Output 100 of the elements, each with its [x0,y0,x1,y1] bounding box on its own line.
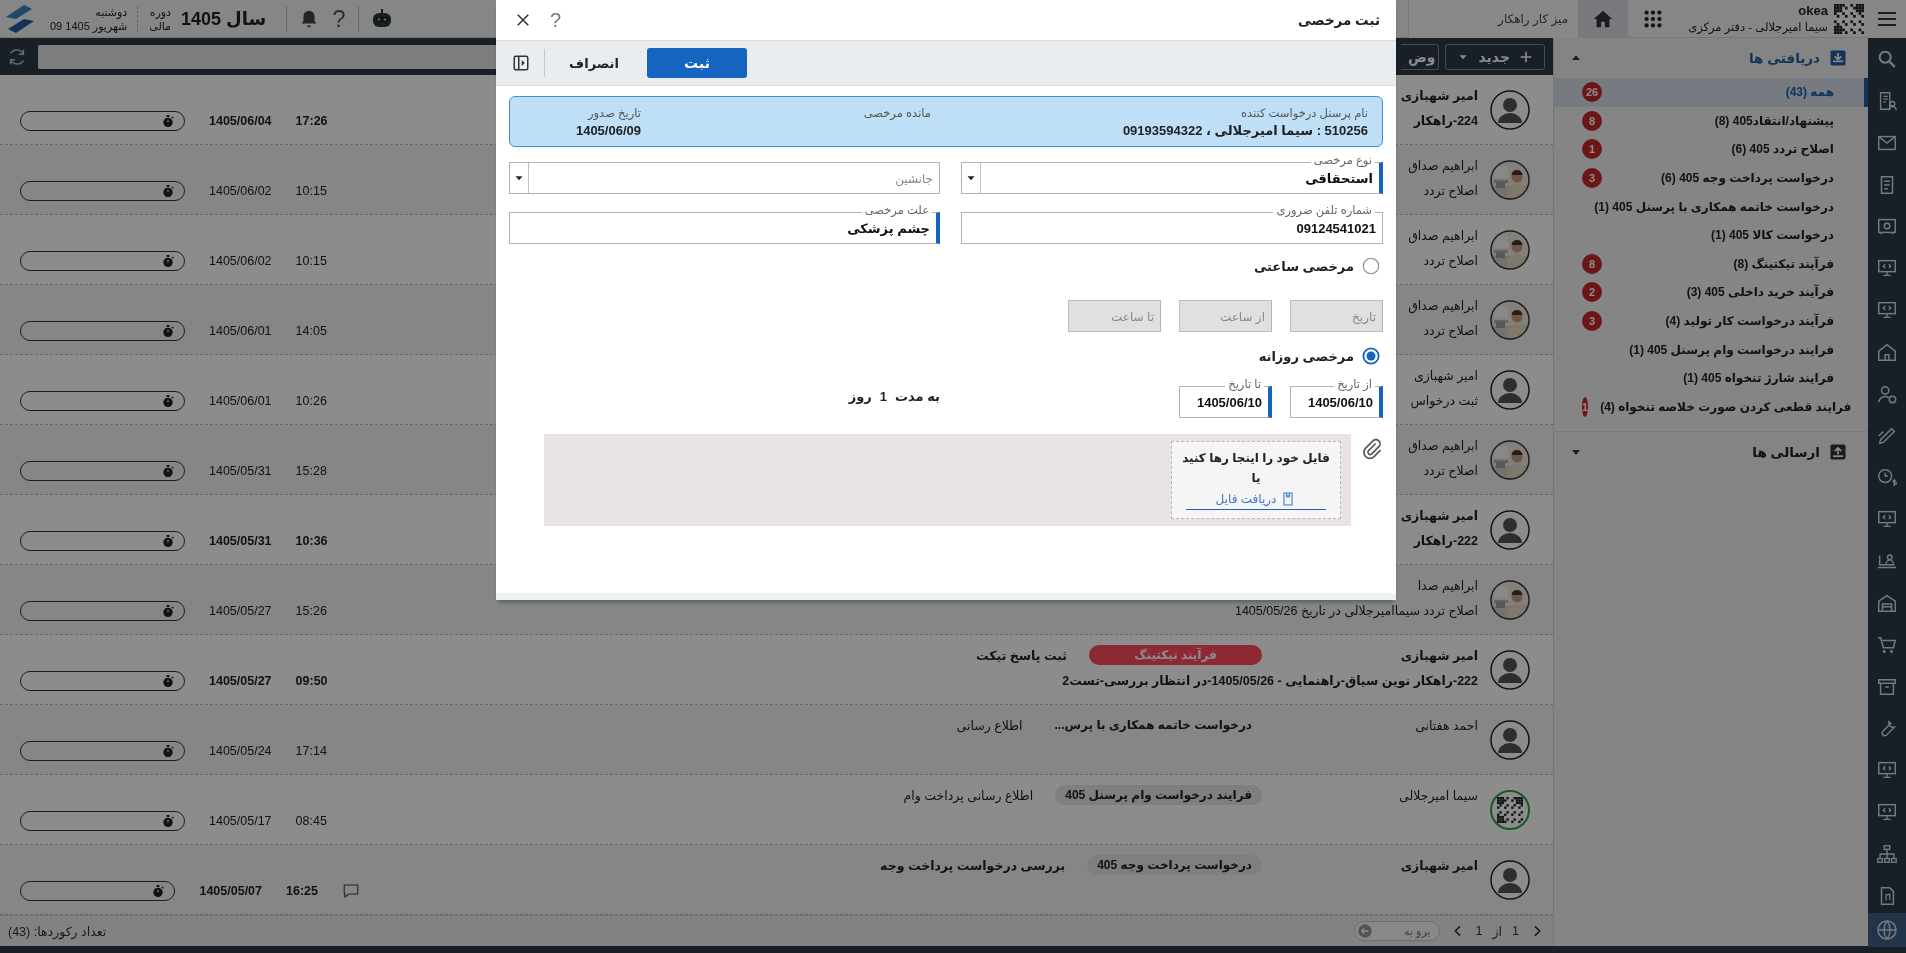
fiscal-year[interactable]: سال 1405 [181,7,267,30]
help-icon[interactable]: ? [332,6,346,31]
comment-icon[interactable] [342,882,360,900]
folder-label: فرآیند خرید داخلی 405 (3) [1686,285,1834,300]
count-badge: 3 [1582,168,1602,189]
folder-item[interactable]: درخواست کالا 405 (1) [1554,220,1868,250]
count-badge: 1 [1582,396,1589,417]
message-date: 1405/05/31 [209,464,272,478]
info-label: تاریخ صدور [586,105,641,120]
field-label: شماره تلفن ضروری [1273,203,1375,217]
home-button[interactable] [1578,0,1629,38]
message-subject: 222-راهکار نوین سیاق-راهنمایی - 1405/05/26-در انتظار بررسی-تست2 [1062,673,1478,690]
submit-button[interactable]: ثبت [647,48,747,78]
drop-zone[interactable]: فایل خود را اینجا رها کنید یا دریافت فایل [544,434,1351,526]
stopwatch-icon [160,323,176,339]
radio-label: مرخصی ساعتی [1253,258,1354,274]
stopwatch-icon [160,393,176,409]
section-title: ارسالی ها [1752,444,1820,461]
radio-button[interactable] [1362,257,1380,275]
tag-label: درخواست پرداخت وجه 405 [1087,855,1262,875]
stopwatch-icon [160,743,176,759]
message-date: 1405/05/24 [209,744,272,758]
info-value: 510256 : سیما امیرجلالی ، 09193594322 [1121,122,1368,138]
select-field[interactable]: جانشین [509,162,940,194]
folder-label: فرایند شارژ تنخواه 405 (1) [1683,371,1834,386]
message-time: 08:45 [295,814,327,828]
folder-label: درخواست کالا 405 (1) [1711,228,1834,243]
radio-button[interactable] [1362,347,1380,365]
goto-page-field[interactable]: برو به [1353,921,1440,941]
message-time: 10:36 [295,534,328,548]
stopwatch-icon [160,113,176,129]
toolbar-button[interactable]: وض [1400,43,1440,70]
message-subject: 222-راهکار [1413,533,1478,550]
paperclip-icon[interactable] [1361,438,1383,460]
folder-item[interactable]: درخواست خاتمه همکاری با پرسنل 405 (1) [1554,192,1868,221]
message-date: 1405/05/07 [199,884,262,898]
clock-dollar-icon[interactable] [1876,466,1898,489]
message-time: 15:26 [295,604,327,618]
sender-name: امیر شهبازی [1414,368,1478,383]
avatar-icon [1490,649,1530,690]
folder-label: فرایند درخواست وام پرسنل 405 (1) [1629,342,1834,357]
message-time: 09:50 [295,674,328,688]
avatar-icon [1490,719,1530,760]
section-title: دریافتی ها [1748,50,1820,66]
qr-code-icon [1497,796,1523,823]
folder-label: درخواست پرداخت وجه 405 (6) [1661,171,1834,186]
workspace-tab[interactable]: میز کار راهکار [1408,0,1579,38]
message-subject: اصلاح تردد [1423,463,1478,481]
inbox-icon [1828,48,1848,68]
avatar-icon [1490,859,1530,900]
message-time: 10:26 [295,394,327,408]
tag-label: فرآیند تیکتینگ [1089,645,1262,665]
folder-item[interactable]: فرایند شارژ تنخواه 405 (1) [1554,363,1868,393]
stopwatch-icon [160,463,176,479]
message-time: 16:25 [286,884,318,898]
message-subject: اصلاح تردد [1423,323,1478,341]
close-icon[interactable] [514,11,532,29]
sitemap-icon[interactable] [1876,843,1898,866]
drop-hint: فایل خود را اینجا رها کنید [1182,450,1330,465]
sender-name: امیر شهبازی [1400,648,1478,663]
info-value: 1405/06/09 [574,122,641,138]
browse-link[interactable]: دریافت فایل [1186,490,1326,510]
stopwatch-icon [160,603,176,619]
folder-item[interactable]: فرایند درخواست وام پرسنل 405 (1) [1554,335,1868,364]
message-label: اطلاع رسانی [956,717,1023,733]
folder-label: پیشنهاد/انتقاد405 (8) [1714,113,1834,128]
sender-name: امیر شهبازی [1400,508,1478,523]
folder-label: فرآیند درخواست کار تولید (4) [1665,314,1834,329]
tag-label: درخواست خاتمه همکاری با پرس... [1053,717,1253,735]
outbox-icon [1828,442,1848,463]
help-icon[interactable]: ? [550,8,562,32]
stopwatch-icon [160,533,176,549]
message-subject: 224-راهکار [1413,113,1478,130]
new-button[interactable]: جدید [1445,43,1545,70]
message-time: 14:05 [295,324,327,338]
message-time: 15:28 [295,464,327,478]
message-date: 1405/06/02 [209,254,272,268]
message-date: 1405/05/17 [209,814,272,828]
folder-label: همه (43) [1785,85,1834,100]
search-icon[interactable] [1876,48,1898,70]
stopwatch-icon [160,813,176,829]
count-badge: 26 [1582,82,1602,103]
period-label: دوره [149,4,171,19]
cancel-button[interactable]: انصراف [559,49,629,77]
sender-name: امیر شهبازی [1400,88,1478,103]
side-panel-icon[interactable] [512,54,530,72]
record-count: تعداد رکوردها: (43) [8,923,107,939]
count-badge: 3 [1582,311,1602,332]
sender-name: ابراهیم صداق [1408,438,1478,453]
info-label: نام پرسنل درخواست کننده [1239,105,1368,120]
tag-label: فرایند درخواست وام پرسنل 405 [1055,785,1262,805]
globe-icon[interactable] [1875,918,1899,942]
message-label: ثبت پاسخ تیکت [976,647,1067,663]
page-number: 1 [1512,924,1519,938]
message-date: 1405/06/04 [209,114,272,128]
message-date: 1405/06/02 [209,184,272,198]
count-badge: 1 [1582,139,1602,160]
message-label: اطلاع رسانی پرداخت وام [903,787,1034,803]
sender-name: امیر شهبازی [1400,858,1478,873]
message-subject: اصلاح تردد سیماامیرجلالی در تاریخ 1405/05/26 [1234,603,1478,621]
